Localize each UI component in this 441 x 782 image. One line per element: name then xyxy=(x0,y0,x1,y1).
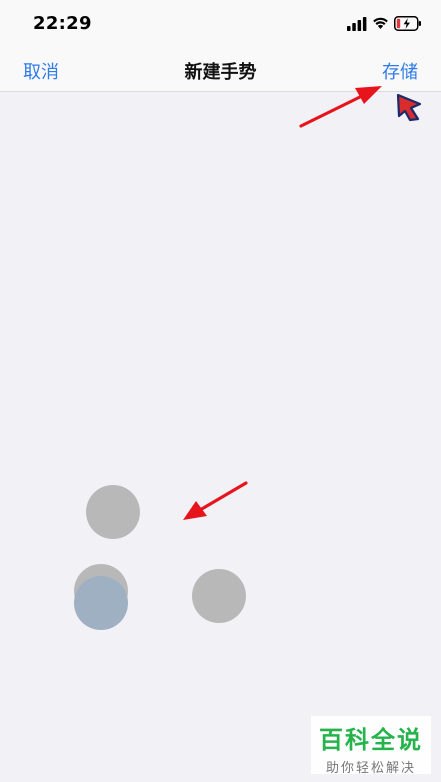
status-time: 22:29 xyxy=(33,13,92,34)
watermark-title: 百科全说 xyxy=(319,726,423,754)
status-bar: 22:29 xyxy=(0,0,441,48)
page-title: 新建手势 xyxy=(184,62,257,83)
watermark-logo: 百科全说 助你轻松解决 xyxy=(311,716,431,776)
cellular-signal-icon xyxy=(347,17,367,31)
touch-point xyxy=(192,569,246,623)
touch-point xyxy=(74,576,128,630)
navigation-bar: 取消 新建手势 存储 xyxy=(0,48,441,92)
screen: 22:29 取消 新建手势 存储 百科全说 助你轻松解决 xyxy=(0,0,441,782)
gesture-recording-area[interactable] xyxy=(0,93,441,782)
wifi-icon xyxy=(373,17,388,29)
watermark-subtitle: 助你轻松解决 xyxy=(325,761,416,776)
save-button[interactable]: 存储 xyxy=(382,58,418,84)
battery-charging-icon xyxy=(394,16,421,31)
touch-point xyxy=(86,485,140,539)
